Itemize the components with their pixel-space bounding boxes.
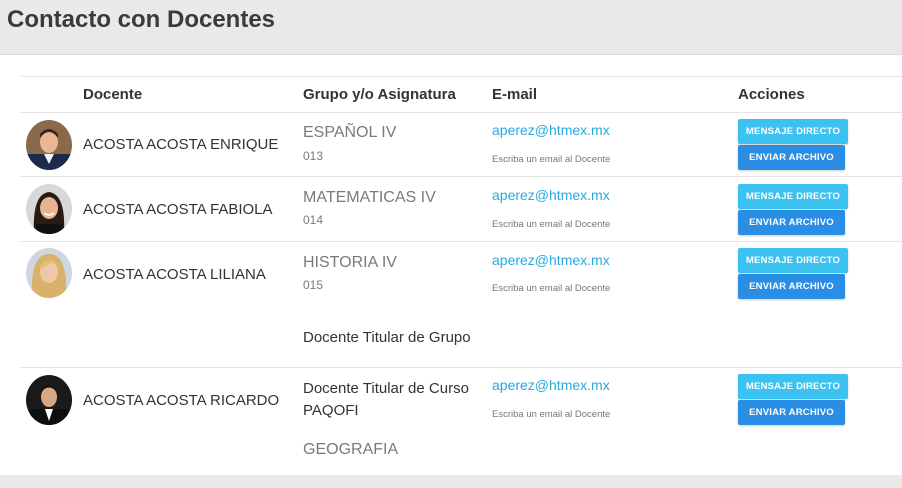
avatar bbox=[26, 120, 72, 170]
table-row: ACOSTA ACOSTA LILIANA HISTORIA IV 015 Do… bbox=[21, 242, 902, 368]
direct-message-button[interactable]: MENSAJE DIRECTO bbox=[738, 119, 848, 144]
subject-name: HISTORIA IV bbox=[303, 254, 397, 271]
header-docente: Docente bbox=[83, 86, 143, 103]
email-hint: Escriba un email al Docente bbox=[492, 219, 611, 230]
subject-name: ESPAÑOL IV bbox=[303, 124, 397, 141]
send-file-button[interactable]: ENVIAR ARCHIVO bbox=[738, 400, 845, 425]
email-hint: Escriba un email al Docente bbox=[492, 409, 611, 420]
email-hint: Escriba un email al Docente bbox=[492, 154, 611, 165]
header-email: E-mail bbox=[492, 86, 538, 103]
email-link[interactable]: aperez@htmex.mx bbox=[492, 377, 610, 393]
teacher-name: ACOSTA ACOSTA FABIOLA bbox=[83, 201, 273, 218]
email-link[interactable]: aperez@htmex.mx bbox=[492, 252, 610, 268]
direct-message-button[interactable]: MENSAJE DIRECTO bbox=[738, 248, 848, 273]
role-label: Docente Titular de Grupo bbox=[303, 329, 471, 346]
direct-message-button[interactable]: MENSAJE DIRECTO bbox=[738, 374, 848, 399]
table-row: ACOSTA ACOSTA RICARDO Docente Titular de… bbox=[21, 368, 902, 488]
teacher-name: ACOSTA ACOSTA ENRIQUE bbox=[83, 136, 279, 153]
avatar bbox=[26, 375, 72, 425]
group-code: 013 bbox=[303, 149, 324, 163]
send-file-button[interactable]: ENVIAR ARCHIVO bbox=[738, 145, 845, 170]
direct-message-button[interactable]: MENSAJE DIRECTO bbox=[738, 184, 848, 209]
teachers-card: Docente Grupo y/o Asignatura E-mail Acci… bbox=[0, 54, 902, 475]
email-link[interactable]: aperez@htmex.mx bbox=[492, 122, 610, 138]
teacher-name: ACOSTA ACOSTA RICARDO bbox=[83, 392, 280, 409]
group-code: 015 bbox=[303, 278, 324, 292]
course-code: PAQOFI bbox=[303, 402, 359, 419]
table-row: ACOSTA ACOSTA ENRIQUE ESPAÑOL IV 013 ape… bbox=[21, 112, 902, 177]
subject-name: GEOGRAFIA bbox=[303, 441, 399, 458]
group-code: 014 bbox=[303, 213, 324, 227]
avatar bbox=[26, 184, 72, 234]
table-row: ACOSTA ACOSTA FABIOLA MATEMATICAS IV 014… bbox=[21, 177, 902, 242]
send-file-button[interactable]: ENVIAR ARCHIVO bbox=[738, 274, 845, 299]
page-title: Contacto con Docentes bbox=[7, 6, 276, 33]
avatar bbox=[26, 248, 72, 298]
table-header: Docente Grupo y/o Asignatura E-mail Acci… bbox=[21, 76, 902, 113]
teacher-name: ACOSTA ACOSTA LILIANA bbox=[83, 266, 266, 283]
email-link[interactable]: aperez@htmex.mx bbox=[492, 187, 610, 203]
header-grupo: Grupo y/o Asignatura bbox=[303, 86, 456, 103]
subject-name: MATEMATICAS IV bbox=[303, 189, 436, 206]
role-label: Docente Titular de Curso bbox=[303, 380, 469, 397]
email-hint: Escriba un email al Docente bbox=[492, 283, 611, 294]
header-acciones: Acciones bbox=[738, 86, 805, 103]
send-file-button[interactable]: ENVIAR ARCHIVO bbox=[738, 210, 845, 235]
